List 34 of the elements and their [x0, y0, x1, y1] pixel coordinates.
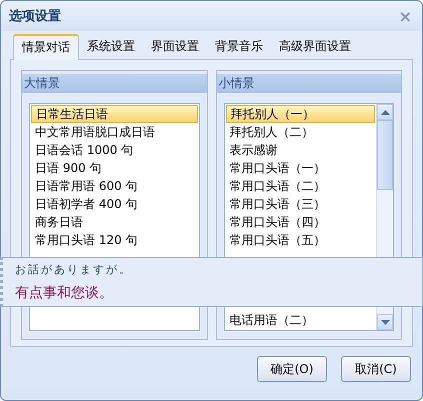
chinese-translation: 有点事和您谈。	[15, 284, 114, 302]
scroll-up-button[interactable]	[377, 104, 393, 120]
list-item[interactable]: 拜托别人（一）	[226, 105, 375, 123]
scroll-thumb[interactable]	[377, 120, 393, 190]
group-header: 大情景	[22, 74, 206, 93]
list-item[interactable]: 表示感谢	[226, 141, 375, 159]
list-item[interactable]: 拜托别人（二）	[226, 123, 375, 141]
group-header: 小情景	[216, 74, 401, 93]
list-item[interactable]: 常用口头语（五）	[226, 231, 375, 249]
dialog-button[interactable]: 确定(O)	[257, 356, 327, 382]
scroll-down-button[interactable]	[377, 314, 393, 330]
list-item[interactable]: 日语会话 1000 句	[31, 141, 198, 159]
list-item[interactable]: 日语 900 句	[31, 159, 198, 177]
tab[interactable]: 高级界面设置	[271, 35, 359, 59]
tab[interactable]: 系统设置	[79, 35, 143, 59]
list-item[interactable]: 中文常用语脱口成日语	[31, 123, 198, 141]
tab[interactable]: 背景音乐	[207, 35, 271, 59]
up-arrow-icon	[380, 110, 390, 114]
tab[interactable]: 情景对话	[13, 34, 79, 60]
japanese-sentence: お話がありますが。	[15, 262, 133, 277]
list-item[interactable]: 日常生活日语	[31, 105, 198, 123]
dialog-button[interactable]: 取消(C)	[341, 356, 411, 382]
tab[interactable]: 界面设置	[143, 35, 207, 59]
list-item[interactable]: 常用口头语 120 句	[31, 231, 198, 249]
down-arrow-icon	[380, 320, 390, 324]
list-item[interactable]: 日语常用语 600 句	[31, 177, 198, 195]
list-item[interactable]: 电话用语（二）	[226, 311, 375, 329]
list-item[interactable]: 常用口头语（一）	[226, 159, 375, 177]
list-item[interactable]: 商务日语	[31, 213, 198, 231]
list-item[interactable]: 常用口头语（二）	[226, 177, 375, 195]
list-item[interactable]: 常用口头语（四）	[226, 213, 375, 231]
window-title: 选项设置	[9, 8, 61, 25]
list-item[interactable]: 常用口头语（三）	[226, 195, 375, 213]
list-item[interactable]: 日语初学者 400 句	[31, 195, 198, 213]
